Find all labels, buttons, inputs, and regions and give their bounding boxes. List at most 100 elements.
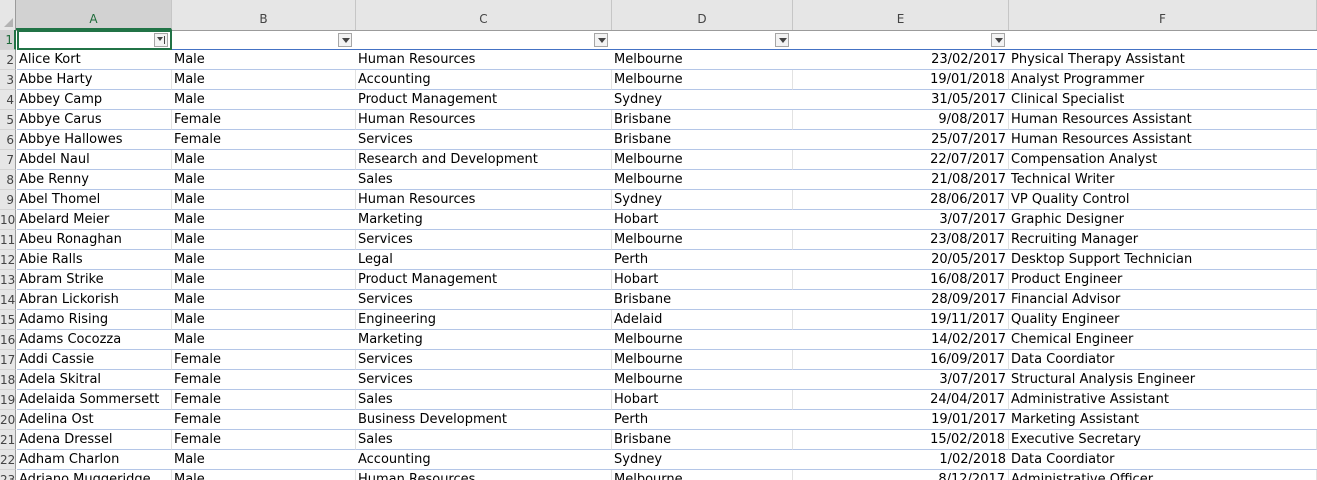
cell-department[interactable]: Sales [356, 170, 612, 190]
cell-date-of-join[interactable]: 20/05/2017 [793, 250, 1009, 270]
cell-department[interactable]: Product Management [356, 90, 612, 110]
cell-date-of-join[interactable]: 21/08/2017 [793, 170, 1009, 190]
row-header[interactable]: 10 [0, 210, 16, 230]
cell-branch[interactable]: Perth [612, 410, 793, 430]
cell-department[interactable]: Human Resources [356, 50, 612, 70]
cell-branch[interactable]: Adelaid [612, 310, 793, 330]
cell-branch[interactable]: Sydney [612, 190, 793, 210]
cell-name[interactable]: Abe Renny [17, 170, 172, 190]
column-header-a[interactable]: A [16, 0, 172, 30]
cell-gender[interactable]: Male [172, 250, 356, 270]
cell-designation[interactable]: Quality Engineer [1009, 310, 1317, 330]
cell-department[interactable]: Sales [356, 390, 612, 410]
cell-department[interactable]: Services [356, 350, 612, 370]
cell-designation[interactable]: Analyst Programmer [1009, 70, 1317, 90]
cell-gender[interactable]: Male [172, 290, 356, 310]
cell-branch[interactable]: Brisbane [612, 290, 793, 310]
row-header[interactable]: 17 [0, 350, 16, 370]
cell-department[interactable]: Marketing [356, 330, 612, 350]
cell-name[interactable]: Addi Cassie [17, 350, 172, 370]
header-cell-branch[interactable]: Branch [612, 30, 793, 50]
cell-department[interactable]: Services [356, 230, 612, 250]
cell-date-of-join[interactable]: 16/09/2017 [793, 350, 1009, 370]
cell-date-of-join[interactable]: 19/11/2017 [793, 310, 1009, 330]
cell-department[interactable]: Services [356, 290, 612, 310]
cell-department[interactable]: Marketing [356, 210, 612, 230]
cell-name[interactable]: Abelard Meier [17, 210, 172, 230]
cell-date-of-join[interactable]: 23/08/2017 [793, 230, 1009, 250]
cell-department[interactable]: Human Resources [356, 190, 612, 210]
cell-gender[interactable]: Male [172, 330, 356, 350]
cell-gender[interactable]: Male [172, 70, 356, 90]
filter-dropdown-icon[interactable] [338, 33, 352, 47]
cell-date-of-join[interactable]: 15/02/2018 [793, 430, 1009, 450]
cell-branch[interactable]: Hobart [612, 270, 793, 290]
cell-department[interactable]: Human Resources [356, 470, 612, 480]
cell-gender[interactable]: Female [172, 110, 356, 130]
cell-designation[interactable]: Compensation Analyst [1009, 150, 1317, 170]
cell-gender[interactable]: Male [172, 230, 356, 250]
cell-name[interactable]: Adena Dressel [17, 430, 172, 450]
cell-department[interactable]: Business Development [356, 410, 612, 430]
cell-date-of-join[interactable]: 16/08/2017 [793, 270, 1009, 290]
cell-branch[interactable]: Brisbane [612, 430, 793, 450]
cell-department[interactable]: Research and Development [356, 150, 612, 170]
cell-date-of-join[interactable]: 19/01/2017 [793, 410, 1009, 430]
cell-name[interactable]: Abbe Harty [17, 70, 172, 90]
cell-gender[interactable]: Male [172, 450, 356, 470]
cell-designation[interactable]: Clinical Specialist [1009, 90, 1317, 110]
cell-name[interactable]: Abeu Ronaghan [17, 230, 172, 250]
header-cell-gender[interactable]: gender [172, 30, 356, 50]
cell-department[interactable]: Accounting [356, 450, 612, 470]
cell-designation[interactable]: Marketing Assistant [1009, 410, 1317, 430]
cell-date-of-join[interactable]: 25/07/2017 [793, 130, 1009, 150]
cell-name[interactable]: Abbye Carus [17, 110, 172, 130]
cell-name[interactable]: Abbey Camp [17, 90, 172, 110]
cell-designation[interactable]: Human Resources Assistant [1009, 130, 1317, 150]
cell-date-of-join[interactable]: 19/01/2018 [793, 70, 1009, 90]
row-header[interactable]: 1 [0, 30, 16, 50]
select-all-icon[interactable] [0, 0, 16, 30]
cell-designation[interactable]: Data Coordiator [1009, 450, 1317, 470]
cell-designation[interactable]: Administrative Officer [1009, 470, 1317, 480]
cell-designation[interactable]: Recruiting Manager [1009, 230, 1317, 250]
cell-gender[interactable]: Male [172, 210, 356, 230]
sort-filter-icon[interactable] [154, 33, 168, 47]
cell-name[interactable]: Adriano Muggeridge [17, 470, 172, 480]
row-header[interactable]: 22 [0, 450, 16, 470]
cell-designation[interactable]: Human Resources Assistant [1009, 110, 1317, 130]
cell-gender[interactable]: Male [172, 470, 356, 480]
column-header-d[interactable]: D [612, 0, 793, 30]
cell-date-of-join[interactable]: 8/12/2017 [793, 470, 1009, 480]
header-cell-department[interactable]: Department [356, 30, 612, 50]
row-header[interactable]: 4 [0, 90, 16, 110]
filter-dropdown-icon[interactable] [594, 33, 608, 47]
cell-name[interactable]: Abel Thomel [17, 190, 172, 210]
row-header[interactable]: 5 [0, 110, 16, 130]
row-header[interactable]: 12 [0, 250, 16, 270]
header-cell-date-of-join[interactable]: Date of join [793, 30, 1009, 50]
cell-date-of-join[interactable]: 28/06/2017 [793, 190, 1009, 210]
row-header[interactable]: 11 [0, 230, 16, 250]
row-header[interactable]: 8 [0, 170, 16, 190]
cell-department[interactable]: Services [356, 130, 612, 150]
filter-dropdown-icon[interactable] [991, 33, 1005, 47]
cell-date-of-join[interactable]: 9/08/2017 [793, 110, 1009, 130]
cell-branch[interactable]: Melbourne [612, 150, 793, 170]
cell-gender[interactable]: Male [172, 190, 356, 210]
cell-gender[interactable]: Female [172, 370, 356, 390]
cell-designation[interactable]: Administrative Assistant [1009, 390, 1317, 410]
row-header[interactable]: 19 [0, 390, 16, 410]
cell-department[interactable]: Accounting [356, 70, 612, 90]
cell-date-of-join[interactable]: 14/02/2017 [793, 330, 1009, 350]
cell-name[interactable]: Abram Strike [17, 270, 172, 290]
row-header[interactable]: 15 [0, 310, 16, 330]
header-cell-name[interactable]: Name [17, 30, 172, 50]
cell-date-of-join[interactable]: 23/02/2017 [793, 50, 1009, 70]
cell-designation[interactable]: Product Engineer [1009, 270, 1317, 290]
cell-designation[interactable]: Graphic Designer [1009, 210, 1317, 230]
row-header[interactable]: 13 [0, 270, 16, 290]
cell-department[interactable]: Product Management [356, 270, 612, 290]
cell-designation[interactable]: VP Quality Control [1009, 190, 1317, 210]
cell-branch[interactable]: Melbourne [612, 370, 793, 390]
